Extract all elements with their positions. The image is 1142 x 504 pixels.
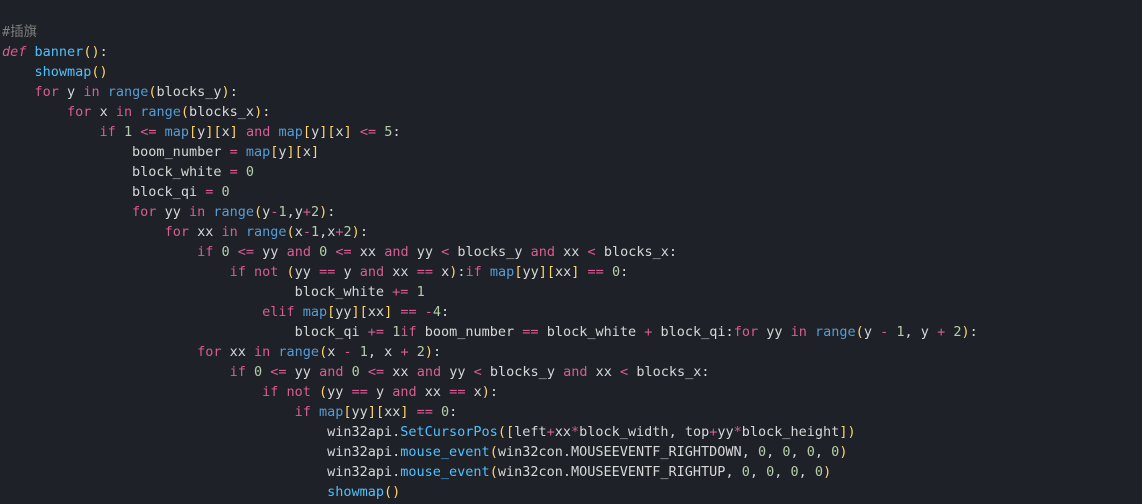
code-line: if not (yy == y and xx == x): — [2, 384, 498, 400]
comment: #插旗 — [2, 24, 37, 40]
code-line: for x in range(blocks_x): — [2, 104, 270, 120]
code-line: showmap() — [2, 484, 400, 500]
code-line: for y in range(blocks_y): — [2, 84, 238, 100]
code-line: if map[yy][xx] == 0: — [2, 404, 457, 420]
code-line: def banner(): — [2, 44, 108, 60]
code-line: boom_number = map[y][x] — [2, 144, 319, 160]
code-line: win32api.SetCursorPos([left+xx*block_wid… — [2, 424, 856, 440]
code-editor[interactable]: #插旗 def banner(): showmap() for y in ran… — [0, 0, 1142, 502]
code-line: for xx in range(x - 1, x + 2): — [2, 344, 441, 360]
code-line: if not (yy == y and xx == x):if map[yy][… — [2, 264, 628, 280]
code-line: if 0 <= yy and 0 <= xx and yy < blocks_y… — [2, 364, 709, 380]
code-line: if 0 <= yy and 0 <= xx and yy < blocks_y… — [2, 244, 677, 260]
code-line: block_white = 0 — [2, 164, 254, 180]
code-line: block_white += 1 — [2, 284, 425, 300]
code-line: if 1 <= map[y][x] and map[y][x] <= 5: — [2, 124, 401, 140]
code-line: block_qi = 0 — [2, 184, 230, 200]
code-line: win32api.mouse_event(win32con.MOUSEEVENT… — [2, 464, 831, 480]
code-line: #插旗 — [2, 24, 37, 40]
code-line: elif map[yy][xx] == -4: — [2, 304, 449, 320]
code-line: showmap() — [2, 64, 108, 80]
code-line: block_qi += 1if boom_number == block_whi… — [2, 324, 978, 340]
code-line: for yy in range(y-1,y+2): — [2, 204, 335, 220]
code-line: win32api.mouse_event(win32con.MOUSEEVENT… — [2, 444, 847, 460]
code-line: for xx in range(x-1,x+2): — [2, 224, 368, 240]
